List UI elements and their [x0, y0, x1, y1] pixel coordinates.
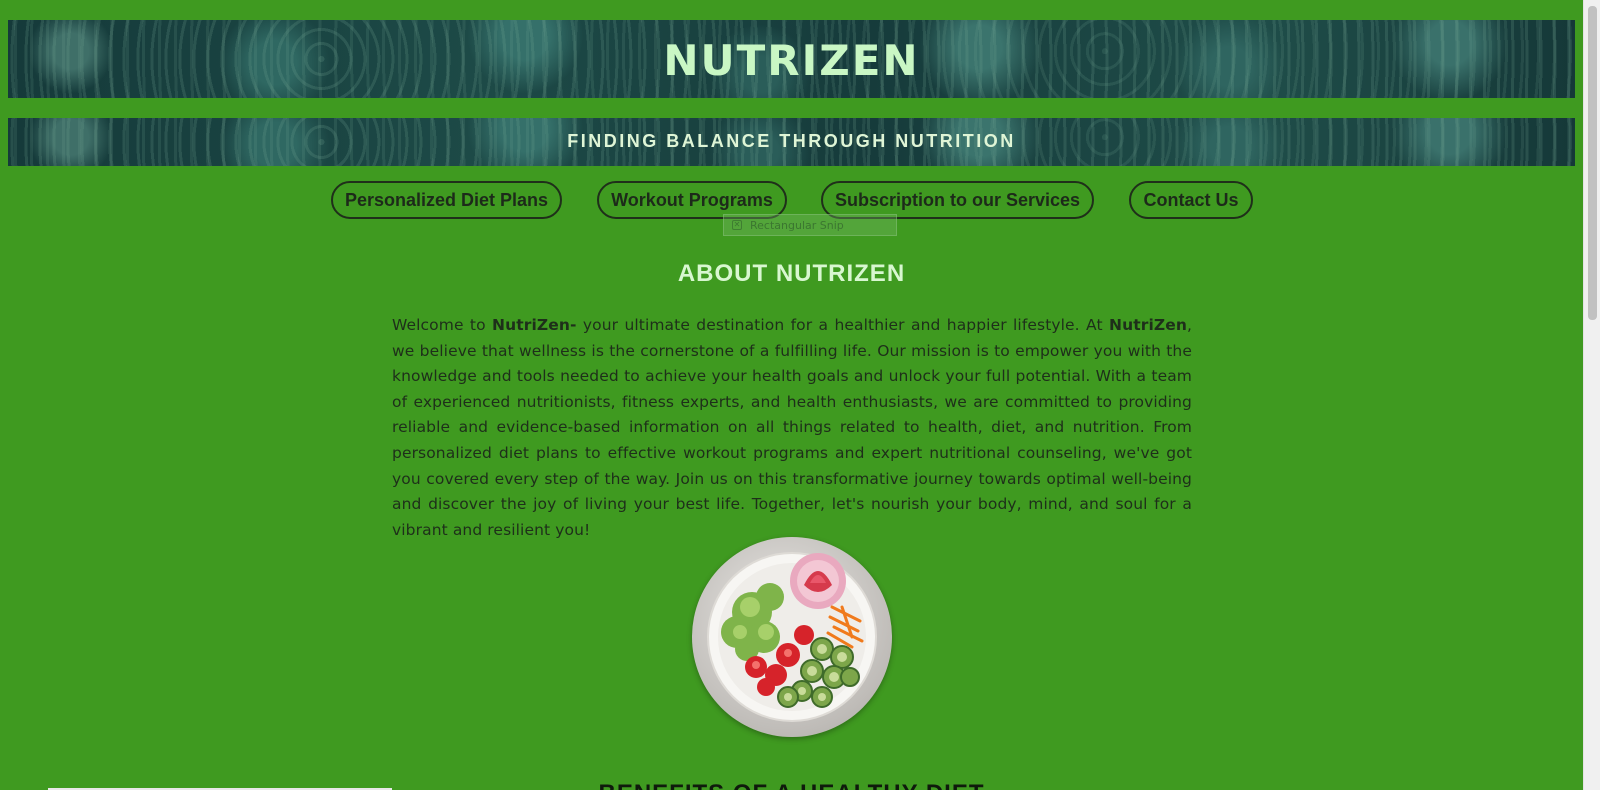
vertical-scrollbar[interactable] — [1583, 0, 1600, 790]
nav-contact-us[interactable]: Contact Us — [1129, 181, 1253, 219]
about-paragraph: Welcome to NutriZen- your ultimate desti… — [392, 313, 1192, 543]
about-text-part: , we believe that wellness is the corner… — [392, 316, 1192, 539]
title-banner: NUTRIZEN — [8, 20, 1575, 98]
scrollbar-thumb[interactable] — [1588, 6, 1597, 320]
snip-icon: ✕ — [732, 220, 742, 230]
page: NUTRIZEN FINDING BALANCE THROUGH NUTRITI… — [0, 0, 1583, 790]
snip-tooltip-label: Rectangular Snip — [750, 218, 844, 232]
salad-bowl-image — [692, 537, 892, 737]
brand-name: NutriZen — [1109, 316, 1187, 334]
tagline: FINDING BALANCE THROUGH NUTRITION — [567, 131, 1016, 151]
nav-personalized-diet-plans[interactable]: Personalized Diet Plans — [331, 181, 562, 219]
site-title: NUTRIZEN — [663, 36, 920, 85]
about-text-part: Welcome to — [392, 316, 493, 334]
about-heading: ABOUT NUTRIZEN — [677, 260, 906, 287]
about-text-part: your ultimate destination for a healthie… — [576, 316, 1109, 334]
snip-tooltip: ✕ Rectangular Snip — [723, 214, 897, 236]
brand-name: NutriZen- — [492, 316, 577, 334]
salad-illustration — [707, 552, 877, 722]
tagline-banner: FINDING BALANCE THROUGH NUTRITION — [8, 118, 1575, 166]
